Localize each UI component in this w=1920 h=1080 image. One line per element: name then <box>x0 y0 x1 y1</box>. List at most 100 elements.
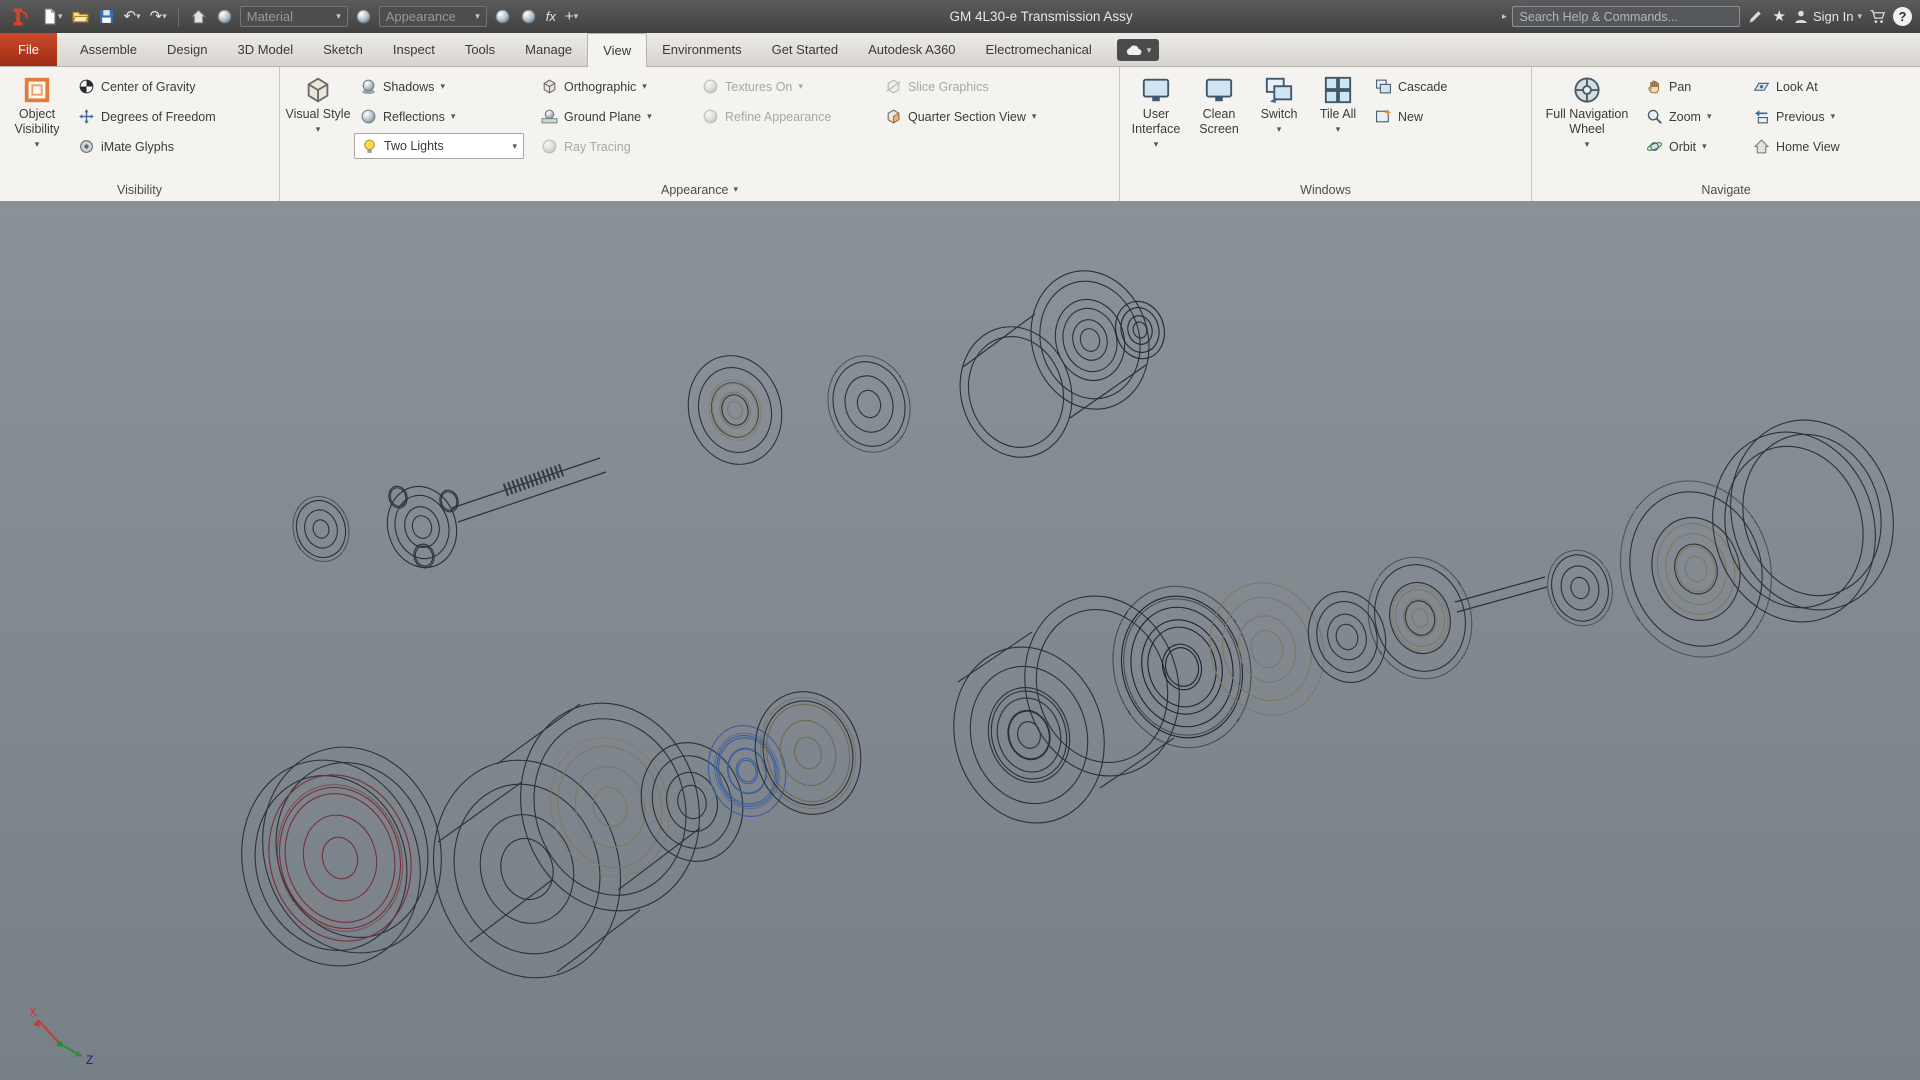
center-of-gravity-icon <box>78 78 95 95</box>
document-title: GM 4L30-e Transmission Assy <box>949 9 1133 24</box>
axis-z-label: Z <box>86 1053 93 1067</box>
orthographic-button[interactable]: Orthographic ▾ <box>535 73 693 100</box>
material-combo-label: Material <box>246 9 293 24</box>
a360-cloud-button[interactable]: ▾ <box>1116 39 1160 61</box>
title-expand-icon[interactable]: ▸ <box>1502 12 1507 21</box>
appearance-combo[interactable]: Appearance ▾ <box>378 6 487 27</box>
parameters-fx-button[interactable]: fx <box>544 5 558 29</box>
full-navigation-wheel-button[interactable]: Full Navigation Wheel ▾ <box>1537 70 1637 172</box>
tab-manage[interactable]: Manage <box>510 33 587 66</box>
sign-in-button[interactable]: Sign In ▾ <box>1793 9 1862 25</box>
tile-all-icon <box>1323 75 1353 105</box>
search-input[interactable] <box>1511 6 1740 27</box>
tab-electromechanical[interactable]: Electromechanical <box>971 33 1107 66</box>
home-view-button[interactable]: Home View <box>1747 133 1873 160</box>
degrees-of-freedom-icon <box>78 108 95 125</box>
visibility-group-label: Visibility <box>117 182 162 197</box>
pan-button[interactable]: Pan <box>1640 73 1744 100</box>
tab-inspect[interactable]: Inspect <box>378 33 450 66</box>
visual-style-icon <box>303 75 333 105</box>
favorites-star-icon[interactable]: ★ <box>1771 5 1788 29</box>
inventor-logo-icon <box>8 4 32 30</box>
appearance-sphere-icon[interactable] <box>353 5 374 29</box>
tab-file[interactable]: File <box>0 33 57 66</box>
render-icon[interactable] <box>214 5 235 29</box>
object-visibility-icon <box>22 75 52 105</box>
material-combo[interactable]: Material ▾ <box>239 6 348 27</box>
user-interface-button[interactable]: User Interface ▾ <box>1125 70 1187 172</box>
tab-3d-model[interactable]: 3D Model <box>223 33 309 66</box>
cascade-icon <box>1375 78 1392 95</box>
textures-on-button: Textures On ▾ <box>696 73 876 100</box>
add-quick-access-button[interactable]: + ▾ <box>563 5 580 29</box>
appearance-group-label[interactable]: Appearance ▾ <box>280 178 1119 201</box>
orbit-button[interactable]: Orbit ▾ <box>1640 133 1744 160</box>
person-icon <box>1793 9 1809 25</box>
help-icon[interactable]: ? <box>1893 7 1912 26</box>
quarter-section-view-button[interactable]: Quarter Section View ▾ <box>879 103 1089 130</box>
zoom-magnifier-icon <box>1646 108 1663 125</box>
lower-assembly[interactable] <box>218 401 1916 1000</box>
degrees-of-freedom-button[interactable]: Degrees of Freedom <box>72 103 222 130</box>
tab-get-started[interactable]: Get Started <box>757 33 853 66</box>
tab-sketch[interactable]: Sketch <box>308 33 378 66</box>
new-window-button[interactable]: New <box>1369 103 1453 130</box>
orbit-icon <box>1646 138 1663 155</box>
tab-autodesk-a360[interactable]: Autodesk A360 <box>853 33 970 66</box>
adjust-appearance-icon[interactable] <box>492 5 513 29</box>
new-window-icon <box>1375 108 1392 125</box>
zoom-button[interactable]: Zoom ▾ <box>1640 103 1744 130</box>
pan-hand-icon <box>1646 78 1663 95</box>
object-visibility-button[interactable]: Object Visibility ▾ <box>5 70 69 172</box>
two-lights-icon <box>361 138 378 155</box>
axis-x-label: X <box>29 1005 37 1019</box>
center-of-gravity-button[interactable]: Center of Gravity <box>72 73 222 100</box>
quarter-section-icon <box>885 108 902 125</box>
title-bar: ▾ ↶ ▾ ↷ ▾ Material ▾ Appearance ▾ fx + ▾ GM 4… <box>0 0 1920 33</box>
tile-all-button[interactable]: Tile All ▾ <box>1310 70 1366 172</box>
imate-glyph-icon <box>78 138 95 155</box>
switch-windows-icon <box>1264 75 1294 105</box>
tab-view[interactable]: View <box>587 33 648 67</box>
viewport-3d[interactable]: X Z <box>0 202 1920 1080</box>
clean-screen-icon <box>1204 75 1234 105</box>
pen-icon[interactable] <box>1745 5 1766 29</box>
ray-tracing-button: Ray Tracing <box>535 133 693 160</box>
cloud-icon <box>1125 44 1143 56</box>
ray-tracing-icon <box>541 138 558 155</box>
ribbon-group-appearance: Visual Style ▾ Shadows ▾ Reflections ▾ Two… <box>280 67 1120 201</box>
visual-style-button[interactable]: Visual Style ▾ <box>285 70 351 172</box>
undo-button[interactable]: ↶ ▾ <box>122 5 143 29</box>
redo-button[interactable]: ↷ ▾ <box>148 5 169 29</box>
ribbon-tab-bar: File Assemble Design 3D Model Sketch Ins… <box>0 33 1920 67</box>
reflections-icon <box>360 108 377 125</box>
open-file-button[interactable] <box>70 5 91 29</box>
user-interface-icon <box>1141 75 1171 105</box>
cascade-button[interactable]: Cascade <box>1369 73 1453 100</box>
previous-view-button[interactable]: Previous ▾ <box>1747 103 1873 130</box>
slice-graphics-button: Slice Graphics <box>879 73 1089 100</box>
reflections-button[interactable]: Reflections ▾ <box>354 103 532 130</box>
imate-glyphs-button[interactable]: iMate Glyphs <box>72 133 222 160</box>
look-at-button[interactable]: Look At <box>1747 73 1873 100</box>
new-file-button[interactable]: ▾ <box>39 5 65 29</box>
shadows-icon <box>360 78 377 95</box>
save-button[interactable] <box>96 5 117 29</box>
clean-screen-button[interactable]: Clean Screen <box>1190 70 1248 172</box>
home-button[interactable] <box>188 5 209 29</box>
clear-appearance-icon[interactable] <box>518 5 539 29</box>
assembly-wireframe[interactable] <box>0 202 1920 1080</box>
tab-environments[interactable]: Environments <box>647 33 756 66</box>
upper-assembly[interactable] <box>285 257 1171 576</box>
switch-windows-button[interactable]: Switch ▾ <box>1251 70 1307 172</box>
shadows-button[interactable]: Shadows ▾ <box>354 73 532 100</box>
store-cart-icon[interactable] <box>1867 5 1888 29</box>
tab-assemble[interactable]: Assemble <box>65 33 152 66</box>
lighting-style-combo[interactable]: Two Lights ▾ <box>354 133 524 159</box>
home-view-icon <box>1753 138 1770 155</box>
tab-tools[interactable]: Tools <box>450 33 510 66</box>
orthographic-icon <box>541 78 558 95</box>
ribbon-view-panel: Object Visibility ▾ Center of Gravity De… <box>0 67 1920 202</box>
ground-plane-button[interactable]: Ground Plane ▾ <box>535 103 693 130</box>
tab-design[interactable]: Design <box>152 33 222 66</box>
